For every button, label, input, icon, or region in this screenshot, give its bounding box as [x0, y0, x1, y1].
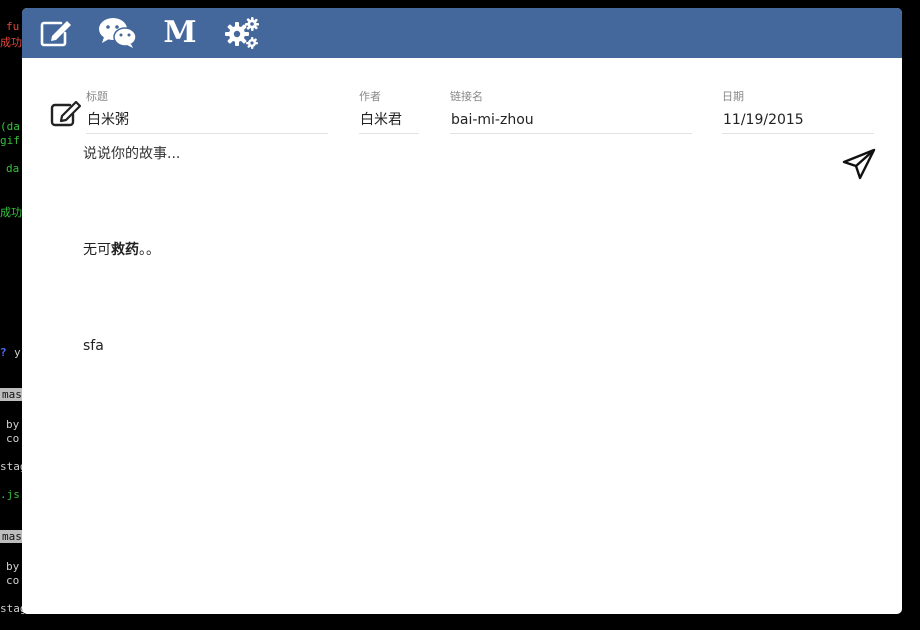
wechat-icon — [99, 18, 137, 48]
title-input[interactable]: 白米粥 — [86, 109, 328, 134]
settings-gears-icon — [225, 17, 259, 49]
toolbar: M — [22, 8, 902, 58]
slug-input[interactable]: bai-mi-zhou — [450, 109, 692, 134]
date-label: 日期 — [722, 90, 744, 103]
terminal-line: y — [14, 346, 21, 359]
author-input[interactable]: 白米君 — [359, 109, 419, 134]
send-icon[interactable] — [842, 148, 876, 180]
terminal-background: fu 成功 (da gif da 成功 ? y mas by co stag .… — [0, 0, 24, 630]
terminal-line: 成功 — [0, 206, 22, 219]
date-input[interactable]: 11/19/2015 — [722, 109, 874, 134]
terminal-line: stag — [0, 602, 24, 615]
edit-icon — [40, 21, 71, 47]
terminal-line: co — [6, 574, 20, 587]
medium-icon: M — [163, 15, 197, 50]
terminal-line: gif — [0, 134, 20, 147]
terminal-line: mas — [0, 388, 24, 401]
terminal-line: by — [6, 418, 20, 431]
title-label: 标题 — [86, 90, 108, 103]
terminal-line: by — [6, 560, 20, 573]
slug-label: 链接名 — [450, 90, 483, 103]
title-field: 标题 白米粥 — [86, 90, 328, 134]
terminal-line: .js — [0, 488, 20, 501]
edit-icon — [50, 100, 82, 127]
terminal-line: (da — [0, 120, 20, 133]
editor-window: M 标题 白米粥 作者 白米君 链接名 bai-mi-zhou 日期 11/19… — [22, 8, 902, 614]
story-placeholder: 说说你的故事... — [83, 146, 181, 162]
edit-button[interactable] — [36, 13, 76, 53]
wechat-button[interactable] — [98, 13, 138, 53]
story-body[interactable]: 说说你的故事... 无可救药。。 sfa — [83, 144, 180, 356]
terminal-line: fu — [6, 20, 20, 33]
terminal-line: 成功 — [0, 36, 22, 49]
story-bold-text: 救药 — [111, 242, 139, 258]
date-field: 日期 11/19/2015 — [722, 90, 874, 134]
slug-field: 链接名 bai-mi-zhou — [450, 90, 692, 134]
terminal-line: stag — [0, 460, 24, 473]
story-text: 无可 — [83, 242, 111, 258]
author-label: 作者 — [359, 90, 381, 103]
terminal-line: mas — [0, 530, 24, 543]
editor-content: 标题 白米粥 作者 白米君 链接名 bai-mi-zhou 日期 11/19/2… — [22, 58, 902, 614]
story-text: 。。 — [139, 242, 160, 258]
author-field: 作者 白米君 — [359, 90, 419, 134]
terminal-line: co — [6, 432, 20, 445]
medium-button[interactable]: M — [160, 13, 200, 53]
story-paragraph: 无可救药。。 — [83, 240, 180, 260]
terminal-line: da — [6, 162, 20, 175]
terminal-line: ? — [0, 346, 7, 359]
story-paragraph: sfa — [83, 338, 104, 354]
settings-button[interactable] — [222, 13, 262, 53]
